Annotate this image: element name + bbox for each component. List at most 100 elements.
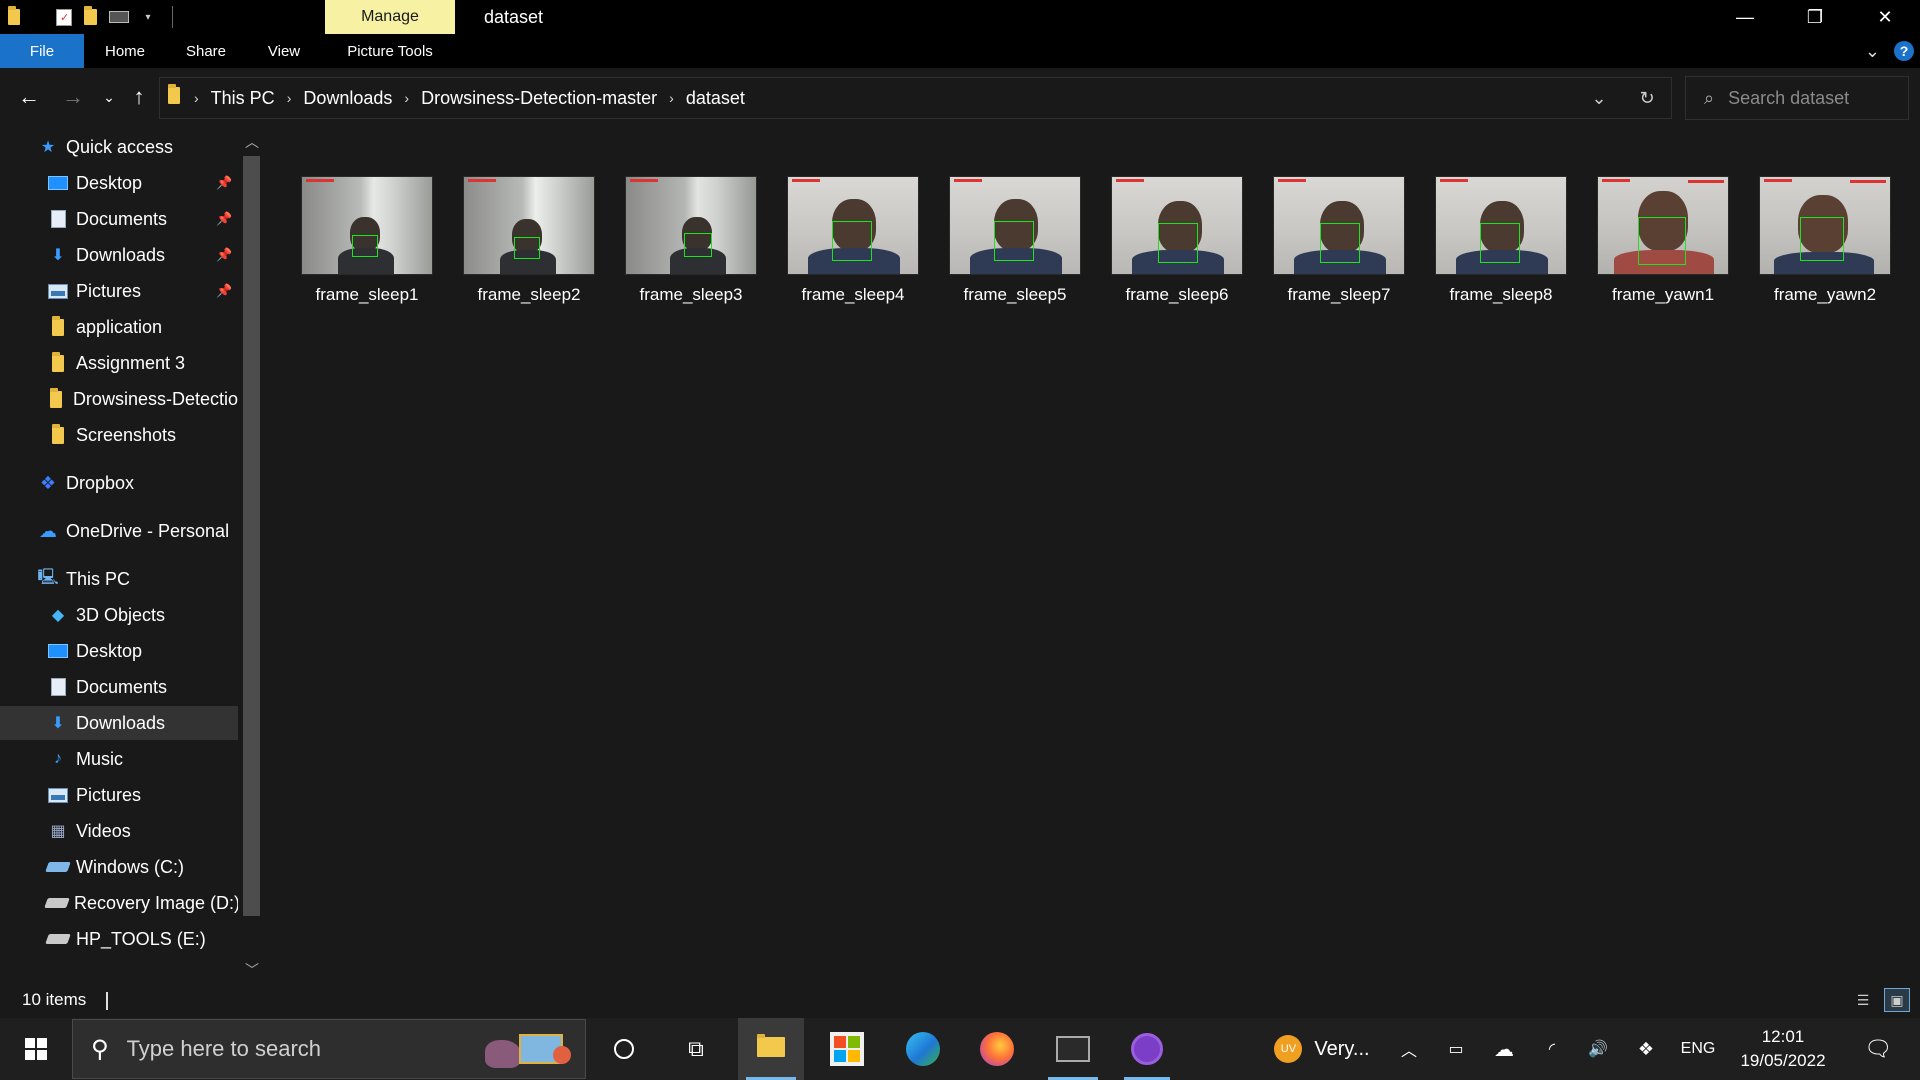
nav-quick-pictures[interactable]: Pictures 📌 — [0, 274, 238, 308]
tab-home[interactable]: Home — [84, 34, 166, 68]
file-item[interactable]: frame_sleep3 — [621, 176, 761, 305]
tab-view[interactable]: View — [246, 34, 322, 68]
nav-folder-screenshots[interactable]: Screenshots — [0, 418, 238, 452]
address-bar[interactable]: › This PC › Downloads › Drowsiness-Detec… — [159, 77, 1672, 119]
file-name: frame_sleep6 — [1125, 285, 1229, 304]
volume-button[interactable]: 🔊 — [1580, 1018, 1616, 1080]
scroll-down-icon[interactable]: ﹀ — [240, 958, 264, 982]
forward-button[interactable]: → — [58, 82, 88, 112]
file-item[interactable]: frame_sleep6 — [1107, 176, 1247, 305]
breadcrumb-this-pc[interactable]: This PC — [211, 88, 275, 109]
file-item[interactable]: frame_sleep4 — [783, 176, 923, 305]
file-item[interactable]: frame_yawn1 — [1593, 176, 1733, 305]
nav-drive-d[interactable]: Recovery Image (D:) — [0, 886, 238, 920]
file-item[interactable]: frame_yawn2 — [1755, 176, 1895, 305]
search-input[interactable] — [1728, 87, 1879, 109]
minimize-button[interactable]: — — [1710, 0, 1780, 34]
details-view-button[interactable]: ☰ — [1850, 988, 1876, 1012]
nav-dropbox[interactable]: ❖ Dropbox — [0, 466, 238, 500]
clock-time: 12:01 — [1761, 1027, 1805, 1046]
taskbar-edge[interactable] — [892, 1018, 954, 1080]
recent-locations-button[interactable]: ⌄ — [94, 82, 124, 112]
breadcrumb-separator-icon[interactable]: › — [404, 90, 409, 106]
onedrive-tray-button[interactable]: ☁ — [1486, 1018, 1522, 1080]
nav-folder-assignment-3[interactable]: Assignment 3 — [0, 346, 238, 380]
expand-ribbon-chevron-icon[interactable]: ⌄ — [1865, 41, 1880, 62]
nav-desktop[interactable]: Desktop — [0, 634, 238, 668]
nav-label: 3D Objects — [76, 604, 166, 625]
network-button[interactable]: ◜ — [1534, 1018, 1570, 1080]
breadcrumb-separator-icon[interactable]: › — [669, 90, 674, 106]
up-button[interactable]: ↑ — [124, 82, 154, 112]
nav-quick-access[interactable]: ★ Quick access — [0, 130, 238, 164]
start-button[interactable] — [0, 1018, 72, 1080]
weather-widget[interactable]: UV Very... — [1262, 1018, 1382, 1080]
nav-drive-c[interactable]: Windows (C:) — [0, 850, 238, 884]
speaker-icon: 🔊 — [1588, 1041, 1608, 1058]
nav-folder-application[interactable]: application — [0, 310, 238, 344]
restore-button[interactable]: ❐ — [1780, 0, 1850, 34]
refresh-button[interactable]: ↻ — [1623, 78, 1671, 118]
language-indicator[interactable]: ENG — [1674, 1018, 1722, 1080]
file-item[interactable]: frame_sleep1 — [297, 176, 437, 305]
tab-file[interactable]: File — [0, 34, 84, 68]
close-button[interactable]: ✕ — [1850, 0, 1920, 34]
new-folder-icon[interactable] — [80, 6, 100, 27]
nav-quick-downloads[interactable]: ⬇ Downloads 📌 — [0, 238, 238, 272]
nav-quick-desktop[interactable]: Desktop 📌 — [0, 166, 238, 200]
nav-label: Drowsiness-Detectio — [72, 388, 238, 409]
file-item[interactable]: frame_sleep8 — [1431, 176, 1571, 305]
nav-videos[interactable]: ▦ Videos — [0, 814, 238, 848]
clock[interactable]: 12:01 19/05/2022 — [1728, 1018, 1838, 1080]
help-button[interactable]: ? — [1894, 41, 1914, 61]
address-history-button[interactable]: ⌄ — [1575, 78, 1623, 118]
nav-pictures[interactable]: Pictures — [0, 778, 238, 812]
breadcrumb-drowsiness-detection-master[interactable]: Drowsiness-Detection-master — [421, 88, 657, 109]
nav-documents[interactable]: Documents — [0, 670, 238, 704]
rename-icon[interactable] — [106, 7, 132, 27]
manage-tab[interactable]: Manage — [325, 0, 455, 34]
search-box[interactable]: ⌕ — [1685, 76, 1909, 120]
dropbox-tray-button[interactable]: ❖ — [1628, 1018, 1664, 1080]
breadcrumb-dataset[interactable]: dataset — [686, 88, 745, 109]
taskbar-search-input[interactable] — [126, 1036, 467, 1062]
task-view-button[interactable]: ⧉ — [666, 1018, 726, 1080]
nav-onedrive[interactable]: ☁ OneDrive - Personal — [0, 514, 238, 548]
back-button[interactable]: ← — [14, 82, 44, 112]
nav-3d-objects[interactable]: ◆ 3D Objects — [0, 598, 238, 632]
breadcrumb-separator-icon[interactable]: › — [194, 90, 199, 106]
weather-text: Very... — [1314, 1037, 1370, 1060]
nav-quick-documents[interactable]: Documents 📌 — [0, 202, 238, 236]
scroll-up-icon[interactable]: ︿ — [240, 130, 264, 154]
cortana-button[interactable] — [594, 1018, 654, 1080]
nav-music[interactable]: ♪ Music — [0, 742, 238, 776]
show-hidden-icons-button[interactable]: ︿ — [1392, 1018, 1426, 1080]
nav-this-pc[interactable]: 🖳 This PC — [0, 562, 238, 596]
taskbar-microsoft-store[interactable] — [816, 1018, 878, 1080]
notifications-button[interactable]: 🗨 — [1848, 1018, 1908, 1080]
taskbar-search[interactable]: ⚲ — [72, 1019, 586, 1079]
breadcrumb-downloads[interactable]: Downloads — [303, 88, 392, 109]
taskbar-terminal[interactable] — [1040, 1018, 1106, 1080]
taskbar-file-explorer[interactable] — [738, 1018, 804, 1080]
nav-label: Music — [76, 748, 124, 769]
github-desktop-icon — [1131, 1033, 1163, 1065]
language-text: ENG — [1680, 1040, 1716, 1057]
nav-folder-drowsiness-detection[interactable]: Drowsiness-Detectio — [0, 382, 238, 416]
tab-share[interactable]: Share — [166, 34, 246, 68]
customize-toolbar-chevron-icon[interactable]: ▾ — [138, 7, 158, 27]
file-item[interactable]: frame_sleep7 — [1269, 176, 1409, 305]
breadcrumb-separator-icon[interactable]: › — [287, 90, 292, 106]
file-item[interactable]: frame_sleep5 — [945, 176, 1085, 305]
taskbar-firefox[interactable] — [966, 1018, 1028, 1080]
nav-pane-scroll-thumb[interactable] — [243, 156, 260, 916]
drive-icon — [45, 857, 71, 877]
large-icons-view-button[interactable]: ▣ — [1884, 988, 1910, 1012]
file-item[interactable]: frame_sleep2 — [459, 176, 599, 305]
tab-picture-tools[interactable]: Picture Tools — [326, 34, 454, 68]
properties-icon[interactable]: ✓ — [54, 7, 74, 27]
battery-button[interactable]: ▭ — [1436, 1018, 1476, 1080]
nav-downloads[interactable]: ⬇ Downloads — [0, 706, 238, 740]
nav-drive-e[interactable]: HP_TOOLS (E:) — [0, 922, 238, 956]
taskbar-github-desktop[interactable] — [1116, 1018, 1178, 1080]
